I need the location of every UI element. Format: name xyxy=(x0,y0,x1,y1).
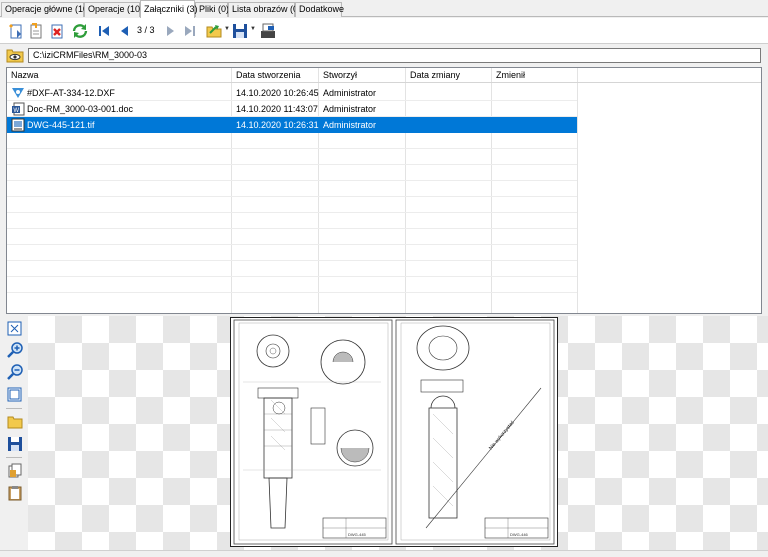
technical-drawing-image: DWG-445 Nie wykorzystać DWG-446 xyxy=(233,319,555,545)
open-file-button[interactable] xyxy=(6,413,23,430)
actual-size-icon xyxy=(7,387,22,402)
svg-text:W: W xyxy=(13,108,19,114)
toolbar-separator xyxy=(6,457,22,458)
open-folder-button[interactable] xyxy=(205,21,225,41)
save-icon xyxy=(233,24,247,38)
fit-to-window-button[interactable] xyxy=(6,320,23,337)
delete-attachment-button[interactable] xyxy=(47,21,67,41)
tab-operacje[interactable]: Operacje (10) xyxy=(84,2,144,17)
scanner-icon xyxy=(261,23,275,38)
status-strip xyxy=(0,550,768,557)
cell-created: 14.10.2020 10:26:45 xyxy=(236,88,319,98)
refresh-icon xyxy=(72,24,88,38)
new-document-button[interactable] xyxy=(26,21,46,41)
grid-row-line xyxy=(7,276,577,277)
grid-row-line xyxy=(7,212,577,213)
table-row[interactable]: W Doc-RM_3000-03-001.doc 14.10.2020 11:4… xyxy=(7,101,577,117)
fit-window-icon xyxy=(7,321,22,336)
grid-row-line xyxy=(7,164,577,165)
column-header-data-stworzenia[interactable]: Data stworzenia xyxy=(232,68,301,83)
cell-name: DWG-445-121.tif xyxy=(27,120,95,130)
paste-button[interactable] xyxy=(6,484,23,501)
column-header-stworzyl[interactable]: Stworzył xyxy=(319,68,357,83)
new-document-icon xyxy=(30,23,42,39)
first-page-button[interactable] xyxy=(94,21,114,41)
tab-zalaczniki[interactable]: Załączniki (3) xyxy=(140,0,198,18)
tab-label: Załączniki (3) xyxy=(144,4,198,14)
last-page-button[interactable] xyxy=(180,21,200,41)
grid-row-line xyxy=(7,292,577,293)
cell-author: Administrator xyxy=(323,104,377,114)
previous-page-icon xyxy=(121,26,128,36)
grid-row-line xyxy=(7,180,577,181)
left-title-block-text: DWG-445 xyxy=(348,532,367,537)
open-folder-icon xyxy=(206,25,222,38)
folder-icon xyxy=(7,416,22,429)
scan-button[interactable] xyxy=(258,21,278,41)
folder-view-icon[interactable] xyxy=(6,47,24,63)
cell-created: 14.10.2020 10:26:31 xyxy=(236,120,319,130)
column-header-data-zmiany[interactable]: Data zmiany xyxy=(406,68,460,83)
tab-pliki[interactable]: Pliki (0) xyxy=(195,2,230,17)
column-header-nazwa[interactable]: Nazwa xyxy=(7,68,39,83)
last-page-icon xyxy=(185,26,195,36)
grid-row-line xyxy=(7,148,577,149)
zoom-in-icon xyxy=(6,341,23,358)
grid-row-line xyxy=(7,228,577,229)
attachments-grid: Nazwa Data stworzenia Stworzył Data zmia… xyxy=(6,67,762,314)
delete-attachment-icon xyxy=(51,24,63,39)
toolbar-separator xyxy=(6,408,22,409)
toolbar: 3 / 3 ▼ ▼ xyxy=(0,18,768,44)
tab-dodatkowe[interactable]: Dodatkowe xyxy=(295,2,345,17)
cell-name: #DXF-AT-334-12.DXF xyxy=(27,88,115,98)
add-attachment-button[interactable] xyxy=(6,21,26,41)
tab-label: Operacje (10) xyxy=(88,4,144,14)
tab-operacje-glowne[interactable]: Operacje główne (10) xyxy=(1,2,91,17)
refresh-button[interactable] xyxy=(70,21,90,41)
preview-toolbar xyxy=(0,316,28,546)
cell-created: 14.10.2020 11:43:07 xyxy=(236,104,318,114)
add-attachment-icon xyxy=(9,24,22,39)
pager-text: 3 / 3 xyxy=(137,25,155,35)
zoom-out-icon xyxy=(6,363,23,380)
path-bar: C:\iziCRMFiles\RM_3000-03 xyxy=(0,44,768,66)
first-page-icon xyxy=(99,26,109,36)
grid-row-line xyxy=(7,116,577,117)
right-title-block-text: DWG-446 xyxy=(510,532,529,537)
actual-size-button[interactable] xyxy=(6,386,23,403)
chevron-down-icon[interactable]: ▼ xyxy=(250,26,256,32)
tab-label: Pliki (0) xyxy=(199,4,230,14)
grid-row-line xyxy=(7,100,577,101)
column-header-zmienil[interactable]: Zmienił xyxy=(492,68,525,83)
tab-lista-obrazow[interactable]: Lista obrazów (0) xyxy=(228,2,301,17)
copy-button[interactable] xyxy=(6,462,23,479)
table-row[interactable]: #DXF-AT-334-12.DXF 14.10.2020 10:26:45 A… xyxy=(7,85,577,101)
save-image-button[interactable] xyxy=(6,435,23,452)
zoom-in-button[interactable] xyxy=(6,341,23,358)
grid-header: Nazwa Data stworzenia Stworzył Data zmia… xyxy=(7,68,761,83)
cell-name: Doc-RM_3000-03-001.doc xyxy=(27,104,134,114)
next-page-icon xyxy=(167,26,174,36)
tab-bar: Operacje główne (10) Operacje (10) Załąc… xyxy=(0,0,768,18)
drawing-preview: DWG-445 Nie wykorzystać DWG-446 xyxy=(230,317,558,547)
grid-row-line xyxy=(7,196,577,197)
tab-label: Operacje główne (10) xyxy=(5,4,92,14)
table-row-selected[interactable]: DWG-445-121.tif 14.10.2020 10:26:31 Admi… xyxy=(7,117,577,133)
previous-page-button[interactable] xyxy=(115,21,135,41)
zoom-out-button[interactable] xyxy=(6,363,23,380)
clipboard-icon xyxy=(8,485,21,500)
next-page-button[interactable] xyxy=(160,21,180,41)
tab-label: Lista obrazów (0) xyxy=(232,4,302,14)
save-icon xyxy=(7,436,22,451)
path-input[interactable]: C:\iziCRMFiles\RM_3000-03 xyxy=(28,48,761,63)
cell-author: Administrator xyxy=(323,120,377,130)
tab-label: Dodatkowe xyxy=(299,4,345,14)
grid-row-line xyxy=(7,260,577,261)
copy-icon xyxy=(8,463,21,477)
save-button[interactable] xyxy=(230,21,250,41)
grid-row-line xyxy=(7,244,577,245)
cell-author: Administrator xyxy=(323,88,377,98)
